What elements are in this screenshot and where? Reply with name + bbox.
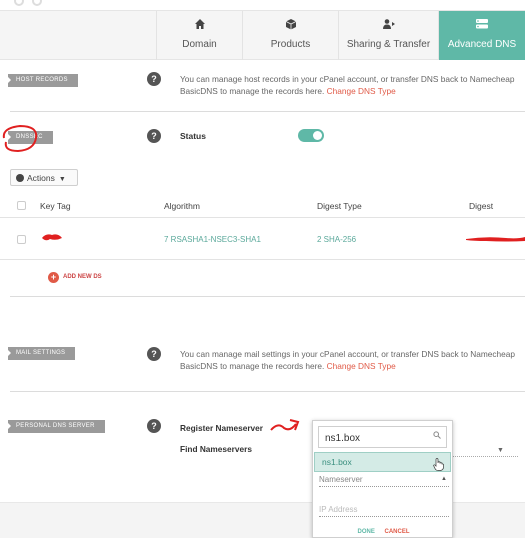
divider bbox=[10, 111, 525, 112]
play-icon bbox=[16, 174, 24, 182]
tab-label: Advanced DNS bbox=[447, 39, 517, 50]
box-icon bbox=[243, 18, 338, 36]
done-button[interactable]: DONE bbox=[357, 529, 374, 535]
domain-tabs: Domain Products Sharing & Transfer Advan… bbox=[0, 10, 525, 60]
tab-products[interactable]: Products bbox=[242, 11, 338, 60]
column-digest-type: Digest Type bbox=[317, 201, 362, 211]
tab-advanced-dns[interactable]: Advanced DNS bbox=[438, 11, 525, 60]
toggle-knob bbox=[313, 131, 322, 140]
nameserver-popup: ns1.box ns1.box Nameserver ▲ IP Address … bbox=[312, 420, 453, 538]
caret-down-icon: ▼ bbox=[56, 176, 66, 183]
table-row: 7 RSASHA1-NSEC3-SHA1 2 SHA-256 bbox=[0, 218, 525, 260]
top-strip bbox=[0, 0, 525, 8]
users-icon bbox=[339, 18, 438, 36]
column-key-tag: Key Tag bbox=[40, 201, 71, 211]
host-records-label: HOST RECORDS bbox=[8, 74, 78, 87]
search-icon bbox=[433, 431, 441, 441]
tab-label: Sharing & Transfer bbox=[346, 39, 431, 50]
help-icon[interactable]: ? bbox=[147, 347, 161, 361]
help-icon[interactable]: ? bbox=[147, 419, 161, 433]
redacted-key-tag bbox=[42, 234, 62, 241]
actions-label: Actions bbox=[27, 173, 55, 183]
mail-settings-description: You can manage mail settings in your cPa… bbox=[180, 349, 515, 371]
tab-domain[interactable]: Domain bbox=[156, 11, 242, 60]
caret-down-icon[interactable]: ▼ bbox=[497, 447, 504, 454]
ds-table-header: Key Tag Algorithm Digest Type Digest bbox=[0, 193, 525, 218]
digest-type-value: 2 SHA-256 bbox=[317, 235, 357, 244]
host-records-description: You can manage host records in your cPan… bbox=[180, 74, 515, 96]
server-icon bbox=[439, 18, 525, 36]
cancel-button[interactable]: CANCEL bbox=[385, 529, 410, 535]
change-dns-type-link[interactable]: Change DNS Type bbox=[327, 361, 396, 371]
find-nameservers-label[interactable]: Find Nameservers bbox=[180, 444, 252, 454]
nameserver-option[interactable]: ns1.box bbox=[314, 452, 451, 472]
status-label: Status bbox=[180, 131, 206, 141]
partial-icon bbox=[32, 0, 42, 6]
red-circle-annotation bbox=[2, 124, 38, 153]
plus-icon: + bbox=[48, 272, 59, 283]
add-new-ds-label: ADD NEW DS bbox=[63, 274, 102, 280]
tab-sharing-transfer[interactable]: Sharing & Transfer bbox=[338, 11, 438, 60]
tab-label: Domain bbox=[182, 39, 217, 50]
row-checkbox[interactable] bbox=[17, 235, 26, 244]
tab-label: Products bbox=[270, 39, 311, 50]
help-icon[interactable]: ? bbox=[147, 129, 161, 143]
column-digest: Digest bbox=[469, 201, 494, 211]
add-new-ds-button[interactable]: + ADD NEW DS bbox=[48, 272, 102, 283]
actions-dropdown[interactable]: Actions ▼ bbox=[10, 169, 78, 186]
select-all-checkbox[interactable] bbox=[17, 201, 26, 210]
help-icon[interactable]: ? bbox=[147, 72, 161, 86]
column-algorithm: Algorithm bbox=[164, 201, 200, 211]
algorithm-value: 7 RSASHA1-NSEC3-SHA1 bbox=[164, 235, 261, 244]
redacted-digest bbox=[466, 237, 525, 242]
change-dns-type-link[interactable]: Change DNS Type bbox=[327, 86, 396, 96]
register-nameserver-label[interactable]: Register Nameserver bbox=[180, 423, 263, 433]
hand-cursor-icon bbox=[433, 458, 444, 474]
partial-icon bbox=[14, 0, 24, 6]
caret-up-icon: ▲ bbox=[441, 476, 447, 482]
divider bbox=[10, 296, 525, 297]
ip-address-field[interactable]: IP Address bbox=[319, 503, 449, 517]
dnssec-status-toggle[interactable] bbox=[298, 129, 324, 142]
popup-buttons: DONE CANCEL bbox=[313, 529, 454, 535]
mail-settings-label: MAIL SETTINGS bbox=[8, 347, 76, 360]
nameserver-field[interactable]: Nameserver ▲ bbox=[319, 473, 449, 487]
red-arrow-annotation bbox=[270, 419, 300, 431]
divider bbox=[10, 391, 525, 392]
nameserver-search-input[interactable]: ns1.box bbox=[318, 426, 447, 448]
personal-dns-server-label: PERSONAL DNS SERVER bbox=[8, 420, 105, 433]
dropdown-underline bbox=[450, 456, 518, 457]
home-icon bbox=[157, 18, 242, 36]
